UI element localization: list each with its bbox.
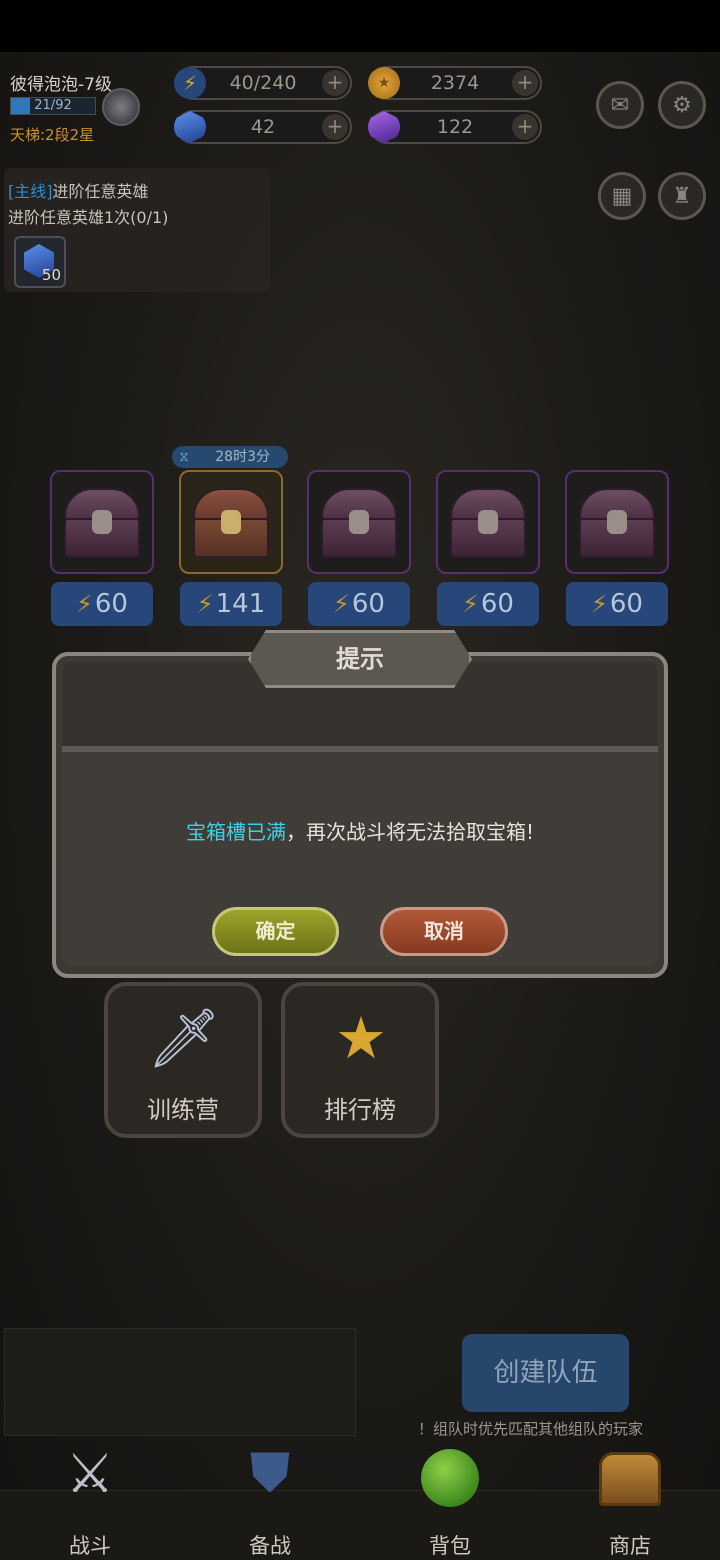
chest-slot-4[interactable]: [436, 470, 540, 574]
nav-shop-label: 商店: [609, 1534, 651, 1558]
dialog-title: 提示: [336, 645, 384, 673]
quest-tag: [主线]: [8, 182, 53, 201]
chest-timer-badge: ⧖ 28时3分: [172, 446, 288, 468]
chest-open-button-5[interactable]: ⚡60: [566, 582, 668, 626]
treasure-chest-icon: [590, 1438, 670, 1508]
lightning-icon: ⚡: [333, 590, 350, 618]
nav-prepare[interactable]: ⛊ 备战: [200, 1438, 340, 1558]
gold-coin-icon: ★: [368, 67, 400, 99]
blue-gem-value: 42: [250, 116, 276, 138]
chest-icon: [448, 488, 528, 558]
rank-emblem-icon[interactable]: [102, 88, 140, 126]
blue-gem-resource: 42 +: [174, 110, 352, 144]
team-hint: ！组队时优先匹配其他组队的玩家: [418, 1420, 644, 1438]
ranking-label: 排行榜: [324, 1096, 396, 1124]
mail-icon[interactable]: ✉: [596, 81, 644, 129]
lightning-icon: ⚡: [76, 590, 93, 618]
chest-cost: 60: [351, 589, 385, 619]
training-camp-tile[interactable]: 🗡 训练营: [104, 982, 262, 1138]
chest-open-button-4[interactable]: ⚡60: [437, 582, 539, 626]
lightning-icon: ⚡: [174, 67, 206, 99]
chest-cost: 60: [609, 589, 643, 619]
player-name: 彼得泡泡-7级: [10, 75, 112, 95]
quest-reward[interactable]: 50: [14, 236, 66, 288]
quest-title: [主线]进阶任意英雄: [8, 178, 149, 202]
stamina-resource: ⚡ 40/240 +: [174, 66, 352, 100]
crossed-swords-icon: ⚔: [65, 1441, 115, 1505]
chest-icon: [577, 488, 657, 558]
chest-icon: [319, 488, 399, 558]
cancel-button[interactable]: 取消: [380, 907, 508, 956]
add-purple-gem-button[interactable]: +: [512, 114, 538, 140]
chest-cost: 141: [215, 589, 266, 619]
nav-shop[interactable]: 商店: [560, 1438, 700, 1558]
sword-icon: 🗡: [147, 1003, 221, 1072]
add-gold-button[interactable]: +: [512, 70, 538, 96]
quest-description: 进阶任意英雄1次(0/1): [8, 208, 169, 227]
quest-title-text: 进阶任意英雄: [52, 182, 149, 201]
chest-timer-text: 28时3分: [215, 449, 270, 465]
xp-bar: 21/92: [10, 97, 96, 115]
chest-icon: [191, 488, 271, 558]
quest-reward-count: 50: [41, 266, 61, 284]
purple-gem-resource: 122 +: [368, 110, 542, 144]
podium-icon[interactable]: ♜: [658, 172, 706, 220]
nav-battle-label: 战斗: [69, 1534, 111, 1558]
chest-cost: 60: [94, 589, 128, 619]
chest-slot-2[interactable]: [179, 470, 283, 574]
nav-battle[interactable]: ⚔ 战斗: [20, 1438, 160, 1559]
dialog-message-highlight: 宝箱槽已满: [185, 820, 286, 844]
chest-icon: [62, 488, 142, 558]
alert-dialog: [52, 652, 668, 978]
chat-panel[interactable]: [4, 1328, 356, 1436]
dialog-message: 宝箱槽已满，再次战斗将无法拾取宝箱!: [52, 816, 668, 845]
gear-icon[interactable]: ⚙: [658, 81, 706, 129]
calendar-icon[interactable]: ▦: [598, 172, 646, 220]
nav-prepare-label: 备战: [249, 1534, 291, 1558]
gold-resource: ★ 2374 +: [368, 66, 542, 100]
create-team-button[interactable]: 创建队伍: [462, 1334, 629, 1412]
chest-slot-3[interactable]: [307, 470, 411, 574]
potion-icon: [410, 1438, 490, 1508]
chest-open-button-2[interactable]: ⚡141: [180, 582, 282, 626]
shield-icon: ⛊: [249, 1441, 291, 1504]
dialog-message-rest: ，再次战斗将无法拾取宝箱!: [285, 820, 535, 844]
stamina-value: 40/240: [229, 72, 297, 94]
confirm-button[interactable]: 确定: [212, 907, 339, 956]
chest-open-button-1[interactable]: ⚡60: [51, 582, 153, 626]
gold-value: 2374: [430, 72, 480, 94]
add-stamina-button[interactable]: +: [322, 70, 348, 96]
xp-text: 21/92: [34, 98, 72, 113]
chest-cost: 60: [480, 589, 514, 619]
chest-slot-1[interactable]: [50, 470, 154, 574]
nav-bag-label: 背包: [429, 1534, 471, 1558]
chest-slot-5[interactable]: [565, 470, 669, 574]
dialog-body: [62, 752, 658, 966]
ranking-tile[interactable]: ★ 排行榜: [281, 982, 439, 1138]
lightning-icon: ⚡: [591, 590, 608, 618]
lightning-icon: ⚡: [196, 590, 214, 618]
training-camp-label: 训练营: [147, 1096, 219, 1124]
purple-gem-value: 122: [436, 116, 474, 138]
add-blue-gem-button[interactable]: +: [322, 114, 348, 140]
ladder-rank: 天梯:2段2星: [10, 126, 95, 144]
star-icon: ★: [335, 1004, 387, 1072]
hourglass-icon: ⧖: [179, 449, 189, 465]
lightning-icon: ⚡: [462, 590, 479, 618]
nav-bag[interactable]: 背包: [380, 1438, 520, 1558]
status-bar: [0, 0, 720, 52]
chest-open-button-3[interactable]: ⚡60: [308, 582, 410, 626]
